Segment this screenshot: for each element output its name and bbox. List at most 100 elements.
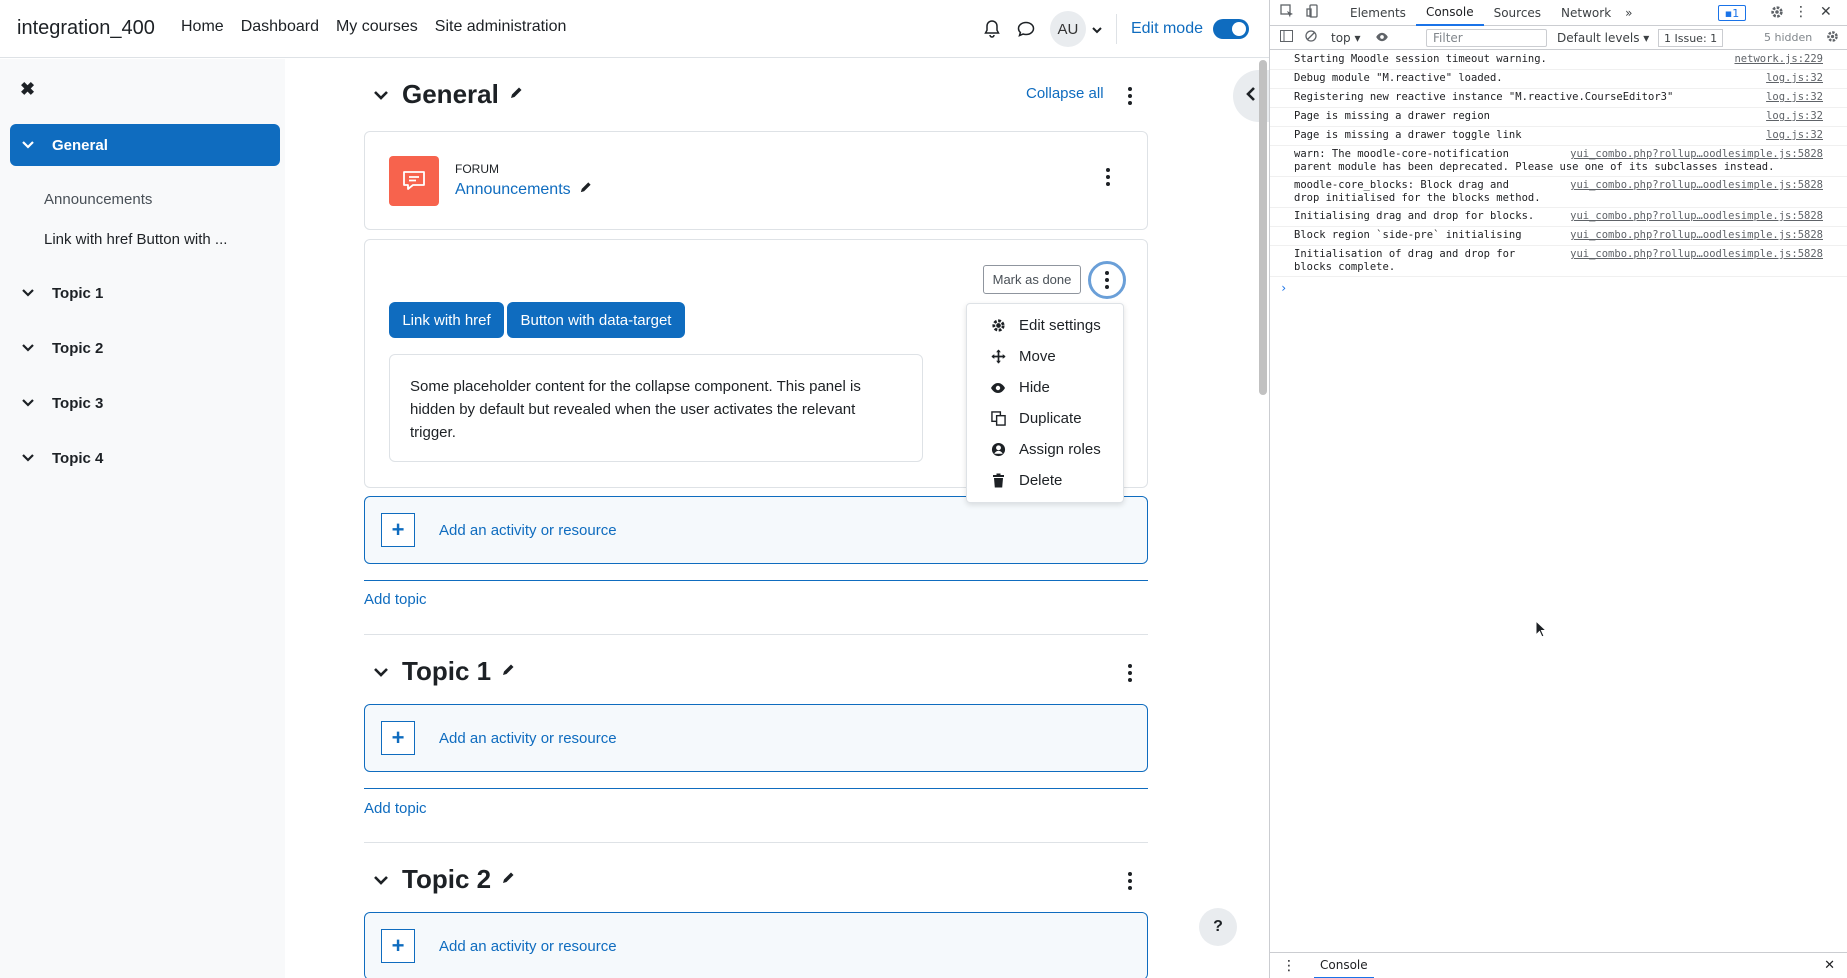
menu-item-hide[interactable]: Hide [967, 372, 1123, 403]
mark-as-done-button[interactable]: Mark as done [983, 265, 1081, 294]
bell-icon[interactable] [982, 19, 1002, 39]
tab-elements[interactable]: Elements [1340, 0, 1416, 26]
user-icon [989, 442, 1007, 458]
console-source-link[interactable]: yui_combo.php?rollup…oodlesimple.js:5828 [1570, 179, 1823, 192]
course-index-section-label: Topic 3 [52, 394, 104, 412]
inspect-icon[interactable] [1280, 4, 1300, 21]
activity-type-label: Forum [455, 162, 499, 176]
activity-name-link[interactable]: Announcements [455, 181, 571, 199]
sidebar-toggle-icon[interactable] [1280, 30, 1293, 45]
chevron-down-icon[interactable] [22, 451, 36, 465]
add-topic-link[interactable]: Add topic [364, 800, 427, 817]
user-menu[interactable]: AU [1049, 11, 1117, 47]
device-toolbar-icon[interactable] [1306, 4, 1326, 21]
add-topic-link[interactable]: Add topic [364, 591, 427, 608]
section-menu-kebab-icon[interactable] [1128, 872, 1132, 890]
chevron-down-icon[interactable] [374, 87, 388, 103]
chevron-down-icon[interactable] [22, 286, 36, 300]
log-levels-select[interactable]: Default levels ▾ [1557, 31, 1649, 45]
tab-sources[interactable]: Sources [1484, 0, 1551, 26]
nav-home[interactable]: Home [181, 18, 224, 36]
add-activity-button[interactable]: + Add an activity or resource [364, 704, 1148, 772]
chevron-down-icon[interactable] [22, 396, 36, 410]
chevron-down-icon[interactable] [374, 872, 388, 888]
link-with-href-button[interactable]: Link with href [389, 302, 504, 338]
nav-my-courses[interactable]: My courses [336, 18, 418, 36]
menu-item-delete[interactable]: Delete [967, 465, 1123, 496]
chevron-down-icon[interactable] [374, 664, 388, 680]
console-source-link[interactable]: log.js:32 [1766, 91, 1823, 104]
page-scrollbar[interactable] [1259, 60, 1267, 395]
help-button[interactable]: ? [1199, 908, 1237, 946]
section-menu-kebab-icon[interactable] [1128, 87, 1132, 105]
pencil-icon[interactable] [579, 181, 592, 199]
pencil-icon[interactable] [501, 663, 515, 681]
chevron-down-icon[interactable] [22, 138, 36, 152]
tab-console[interactable]: Console [1415, 0, 1484, 26]
close-icon[interactable]: ✕ [1824, 958, 1835, 973]
console-prompt[interactable]: › [1270, 277, 1847, 299]
nav-site-administration[interactable]: Site administration [435, 18, 567, 36]
chevron-down-icon[interactable] [22, 341, 36, 355]
menu-item-assign-roles[interactable]: Assign roles [967, 434, 1123, 465]
close-icon[interactable]: ✕ [1820, 4, 1832, 20]
edit-mode-switch[interactable]: Edit mode [1131, 19, 1249, 39]
console-filter-input[interactable]: Filter [1426, 29, 1547, 47]
message-icon[interactable] [1016, 19, 1036, 39]
avatar[interactable]: AU [1049, 11, 1086, 47]
console-source-link[interactable]: yui_combo.php?rollup…oodlesimple.js:5828 [1570, 248, 1823, 261]
course-index-section-topic-3[interactable]: Topic 3 [10, 382, 280, 424]
add-activity-button[interactable]: + Add an activity or resource [364, 912, 1148, 978]
add-activity-button[interactable]: + Add an activity or resource [364, 496, 1148, 564]
nav-dashboard[interactable]: Dashboard [241, 18, 319, 36]
course-index-section-general[interactable]: General [10, 124, 280, 166]
eye-icon[interactable] [1375, 31, 1389, 45]
edit-mode-toggle[interactable] [1213, 19, 1249, 39]
console-message: Initialising drag and drop for blocks. [1294, 210, 1535, 222]
menu-item-move[interactable]: Move [967, 341, 1123, 372]
site-brand[interactable]: integration_400 [17, 17, 155, 40]
context-select[interactable]: top ▾ [1331, 31, 1361, 45]
menu-item-edit-settings[interactable]: Edit settings [967, 310, 1123, 341]
kebab-menu-icon[interactable]: ⋮ [1282, 958, 1296, 974]
section-menu-kebab-icon[interactable] [1128, 664, 1132, 682]
course-index-section-topic-4[interactable]: Topic 4 [10, 437, 280, 479]
console-source-link[interactable]: yui_combo.php?rollup…oodlesimple.js:5828 [1570, 229, 1823, 242]
pencil-icon[interactable] [509, 86, 523, 104]
course-content: General Collapse all Forum Announcements… [285, 59, 1269, 978]
activity-menu-kebab-icon[interactable] [1106, 168, 1110, 186]
console-message: Initialisation of drag and drop for bloc… [1294, 248, 1516, 273]
tab-network[interactable]: Network [1551, 0, 1621, 26]
chevron-down-icon [1092, 21, 1102, 38]
more-tabs-icon[interactable]: » [1625, 6, 1632, 20]
course-index-item-announcements[interactable]: Announcements [10, 179, 280, 219]
button-with-data-target[interactable]: Button with data-target [507, 302, 685, 338]
issue-badge[interactable]: ▪ 1 [1718, 5, 1746, 21]
console-source-link[interactable]: network.js:229 [1734, 53, 1823, 66]
gear-icon[interactable] [1826, 30, 1839, 46]
console-source-link[interactable]: yui_combo.php?rollup…oodlesimple.js:5828 [1570, 210, 1823, 223]
console-log-row: Starting Moodle session timeout warning.… [1270, 51, 1847, 70]
activity-menu-kebab-icon[interactable] [1088, 261, 1126, 299]
activity-action-menu: Edit settings Move Hide Duplicate Assign… [966, 303, 1124, 503]
console-source-link[interactable]: log.js:32 [1766, 129, 1823, 142]
section-header-topic-2: Topic 2 [374, 864, 515, 895]
gear-icon[interactable] [1770, 5, 1784, 22]
kebab-menu-icon[interactable]: ⋮ [1794, 4, 1808, 20]
console-source-link[interactable]: log.js:32 [1766, 72, 1823, 85]
pencil-icon[interactable] [501, 871, 515, 889]
issues-button[interactable]: 1 Issue: 1 [1658, 29, 1724, 47]
close-icon[interactable]: ✖ [20, 79, 35, 100]
course-index-section-topic-2[interactable]: Topic 2 [10, 327, 280, 369]
course-index-section-topic-1[interactable]: Topic 1 [10, 272, 280, 314]
drawer-tab-console[interactable]: Console [1314, 953, 1374, 978]
console-source-link[interactable]: log.js:32 [1766, 110, 1823, 123]
eye-icon [989, 380, 1007, 396]
clear-console-icon[interactable] [1305, 30, 1317, 45]
console-toolbar: top ▾ Filter Default levels ▾ 1 Issue: 1… [1270, 26, 1847, 50]
console-source-link[interactable]: yui_combo.php?rollup…oodlesimple.js:5828 [1570, 148, 1823, 161]
menu-item-duplicate[interactable]: Duplicate [967, 403, 1123, 434]
collapse-all-link[interactable]: Collapse all [1026, 85, 1104, 102]
course-index-item-link[interactable]: Link with href Button with ... [10, 219, 280, 259]
moodle-app: integration_400 Home Dashboard My course… [0, 0, 1269, 978]
